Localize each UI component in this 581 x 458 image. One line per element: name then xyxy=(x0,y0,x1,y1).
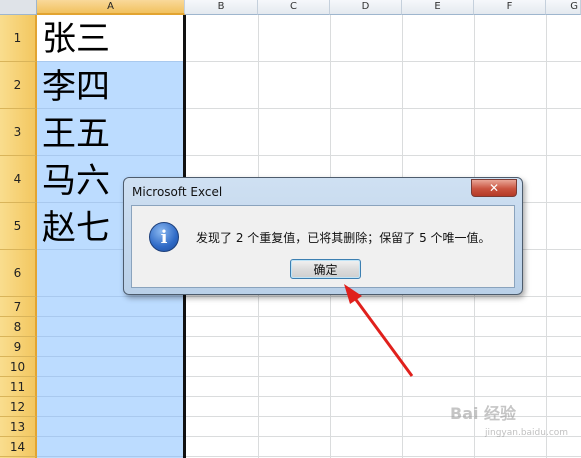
arrow-shaft xyxy=(352,296,414,377)
watermark-logo: Bai 经验 xyxy=(450,404,517,423)
arrow-head xyxy=(344,284,362,304)
annotation-arrow xyxy=(344,284,414,377)
watermark-url: jingyan.baidu.com xyxy=(485,428,569,438)
